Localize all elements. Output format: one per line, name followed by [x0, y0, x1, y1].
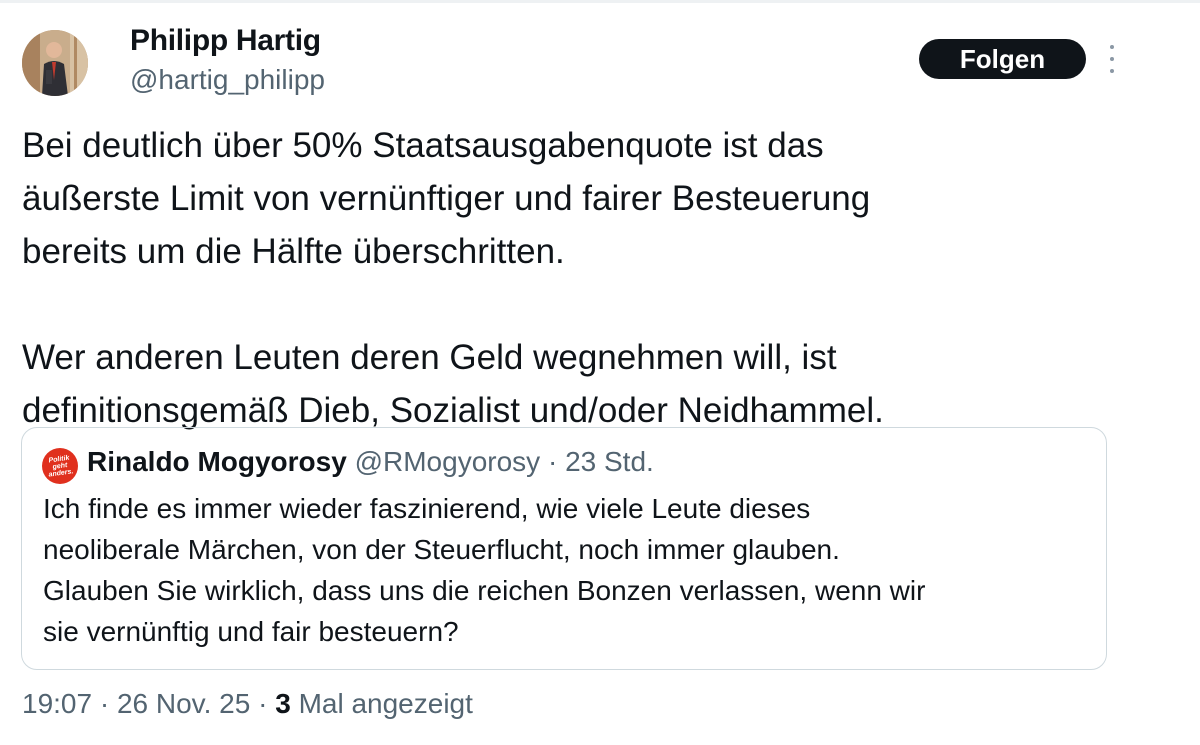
quoted-tweet-card[interactable]: Politik geht anders. Rinaldo Mogyorosy @…: [21, 427, 1107, 670]
meta-separator: ·: [99, 688, 110, 719]
quote-separator: ·: [547, 446, 558, 477]
quote-author-handle[interactable]: @RMogyorosy: [355, 446, 541, 477]
quote-line: Ich finde es immer wieder faszinierend, …: [43, 493, 811, 524]
quote-avatar-logo: Politik geht anders.: [48, 454, 74, 479]
more-dot: [1110, 45, 1114, 49]
top-divider: [0, 0, 1200, 3]
author-avatar[interactable]: [22, 30, 88, 96]
quote-text: Ich finde es immer wieder faszinierend, …: [43, 488, 1093, 652]
follow-button[interactable]: Folgen: [919, 39, 1086, 79]
tweet-date[interactable]: 26 Nov. 25: [117, 688, 250, 719]
tweet-line: bereits um die Hälfte überschritten.: [22, 232, 565, 271]
quote-line: sie vernünftig und fair besteuern?: [43, 616, 459, 647]
quote-avatar-icon[interactable]: Politik geht anders.: [42, 448, 78, 484]
tweet-text: Bei deutlich über 50% Staatsausgabenquot…: [22, 119, 1122, 437]
more-options-icon[interactable]: [1104, 45, 1120, 73]
more-dot: [1110, 57, 1114, 61]
tweet-line: Bei deutlich über 50% Staatsausgabenquot…: [22, 126, 824, 165]
quote-author-name[interactable]: Rinaldo Mogyorosy: [87, 446, 347, 477]
quote-timestamp[interactable]: 23 Std.: [565, 446, 654, 477]
quote-line: Glauben Sie wirklich, dass uns die reich…: [43, 575, 926, 606]
meta-separator: ·: [258, 688, 268, 719]
tweet-line: äußerste Limit von vernünftiger und fair…: [22, 179, 871, 218]
views-count: 3: [275, 688, 291, 719]
profile-photo-icon: [22, 30, 88, 96]
quote-line: neoliberale Märchen, von der Steuerfluch…: [43, 534, 840, 565]
quote-header: Rinaldo Mogyorosy @RMogyorosy · 23 Std.: [87, 444, 654, 480]
views-label: Mal angezeigt: [298, 688, 473, 719]
more-dot: [1110, 69, 1114, 73]
author-handle[interactable]: @hartig_philipp: [130, 64, 325, 96]
tweet-line: Wer anderen Leuten deren Geld wegnehmen …: [22, 338, 837, 377]
tweet-time[interactable]: 19:07: [22, 688, 92, 719]
author-name[interactable]: Philipp Hartig: [130, 24, 321, 58]
tweet-meta: 19:07 · 26 Nov. 25 · 3 Mal angezeigt: [22, 688, 473, 720]
